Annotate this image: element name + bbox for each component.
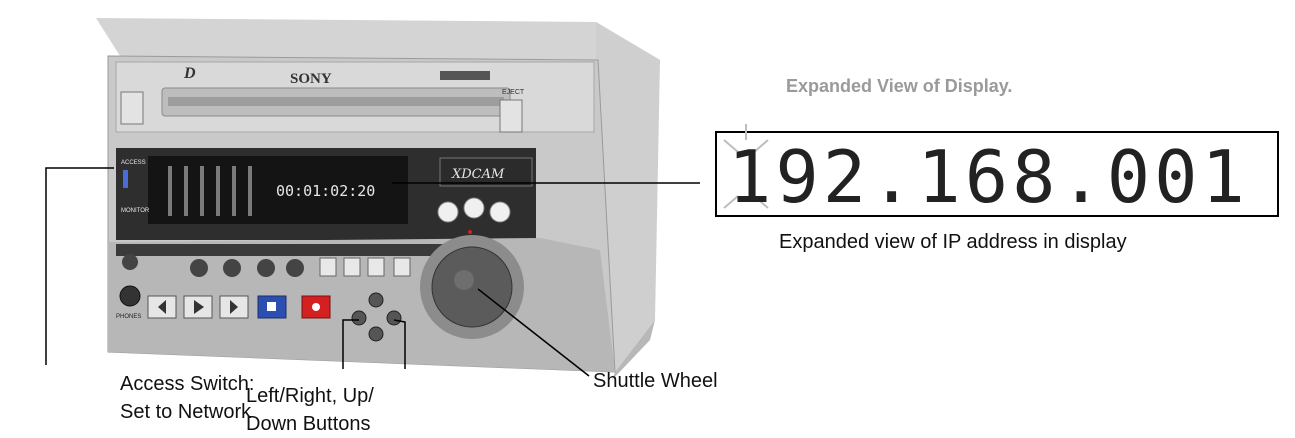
set-button[interactable] (367, 257, 385, 277)
device-top (96, 18, 660, 60)
monitor-label: MONITOR (121, 208, 150, 214)
left-button[interactable] (351, 310, 367, 326)
arrow-buttons-caption: Left/Right, Up/ Down Buttons (246, 382, 426, 438)
brand-logo: SONY (290, 71, 332, 87)
ip-address-text: 192.168.001 (728, 135, 1249, 218)
label-strip (116, 244, 446, 256)
disc-slot-inner (168, 97, 504, 106)
knob-ch5[interactable] (286, 259, 304, 277)
phones-jack[interactable] (119, 285, 141, 307)
callout-title: Expanded View of Display. (786, 76, 1013, 96)
eject-button[interactable] (499, 99, 523, 133)
ip-dot-matrix-display: 192.168.001 (715, 124, 1279, 218)
power-button[interactable] (120, 91, 144, 125)
stop-icon (267, 302, 276, 311)
access-switch[interactable] (123, 170, 128, 188)
up-button[interactable] (368, 292, 384, 308)
knob-ch2[interactable] (190, 259, 208, 277)
disc-logo-icon: D (183, 65, 196, 82)
reset-button[interactable] (393, 257, 411, 277)
shuttle-key-1[interactable] (437, 201, 459, 223)
knob-ch1[interactable] (122, 254, 138, 270)
standby-indicator (468, 230, 472, 234)
down-button[interactable] (368, 326, 384, 342)
access-switch-caption-line-2: Set to Network (120, 401, 252, 423)
callout-caption: Expanded view of IP address in display (779, 231, 1127, 253)
arrow-buttons-caption-line-1: Left/Right, Up/ (246, 385, 374, 407)
eject-label: EJECT (502, 89, 525, 96)
display-timecode: 00:01:02:20 (276, 182, 375, 200)
shuttle-wheel-caption: Shuttle Wheel (593, 370, 718, 392)
access-leader-line (45, 167, 114, 365)
access-switch-label: ACCESS (121, 160, 146, 166)
right-button[interactable] (386, 310, 402, 326)
access-switch-caption: Access Switch: Set to Network (120, 370, 260, 426)
subclip-button[interactable] (319, 257, 337, 277)
jog-dimple (454, 270, 474, 290)
rec-icon (312, 303, 320, 311)
knob-ch3[interactable] (223, 259, 241, 277)
phones-label: PHONES (116, 314, 141, 320)
shuttle-key-3[interactable] (489, 201, 511, 223)
shuttle-key-2[interactable] (463, 197, 485, 219)
shuttle-wheel[interactable] (431, 246, 513, 328)
arrow-buttons-caption-line-2: Down Buttons (246, 413, 371, 435)
xdcam-logo: XDCAM (451, 167, 505, 182)
knob-ch4[interactable] (257, 259, 275, 277)
access-switch-caption-line-1: Access Switch: (120, 373, 255, 395)
menu-button[interactable] (343, 257, 361, 277)
format-badge (440, 71, 490, 80)
